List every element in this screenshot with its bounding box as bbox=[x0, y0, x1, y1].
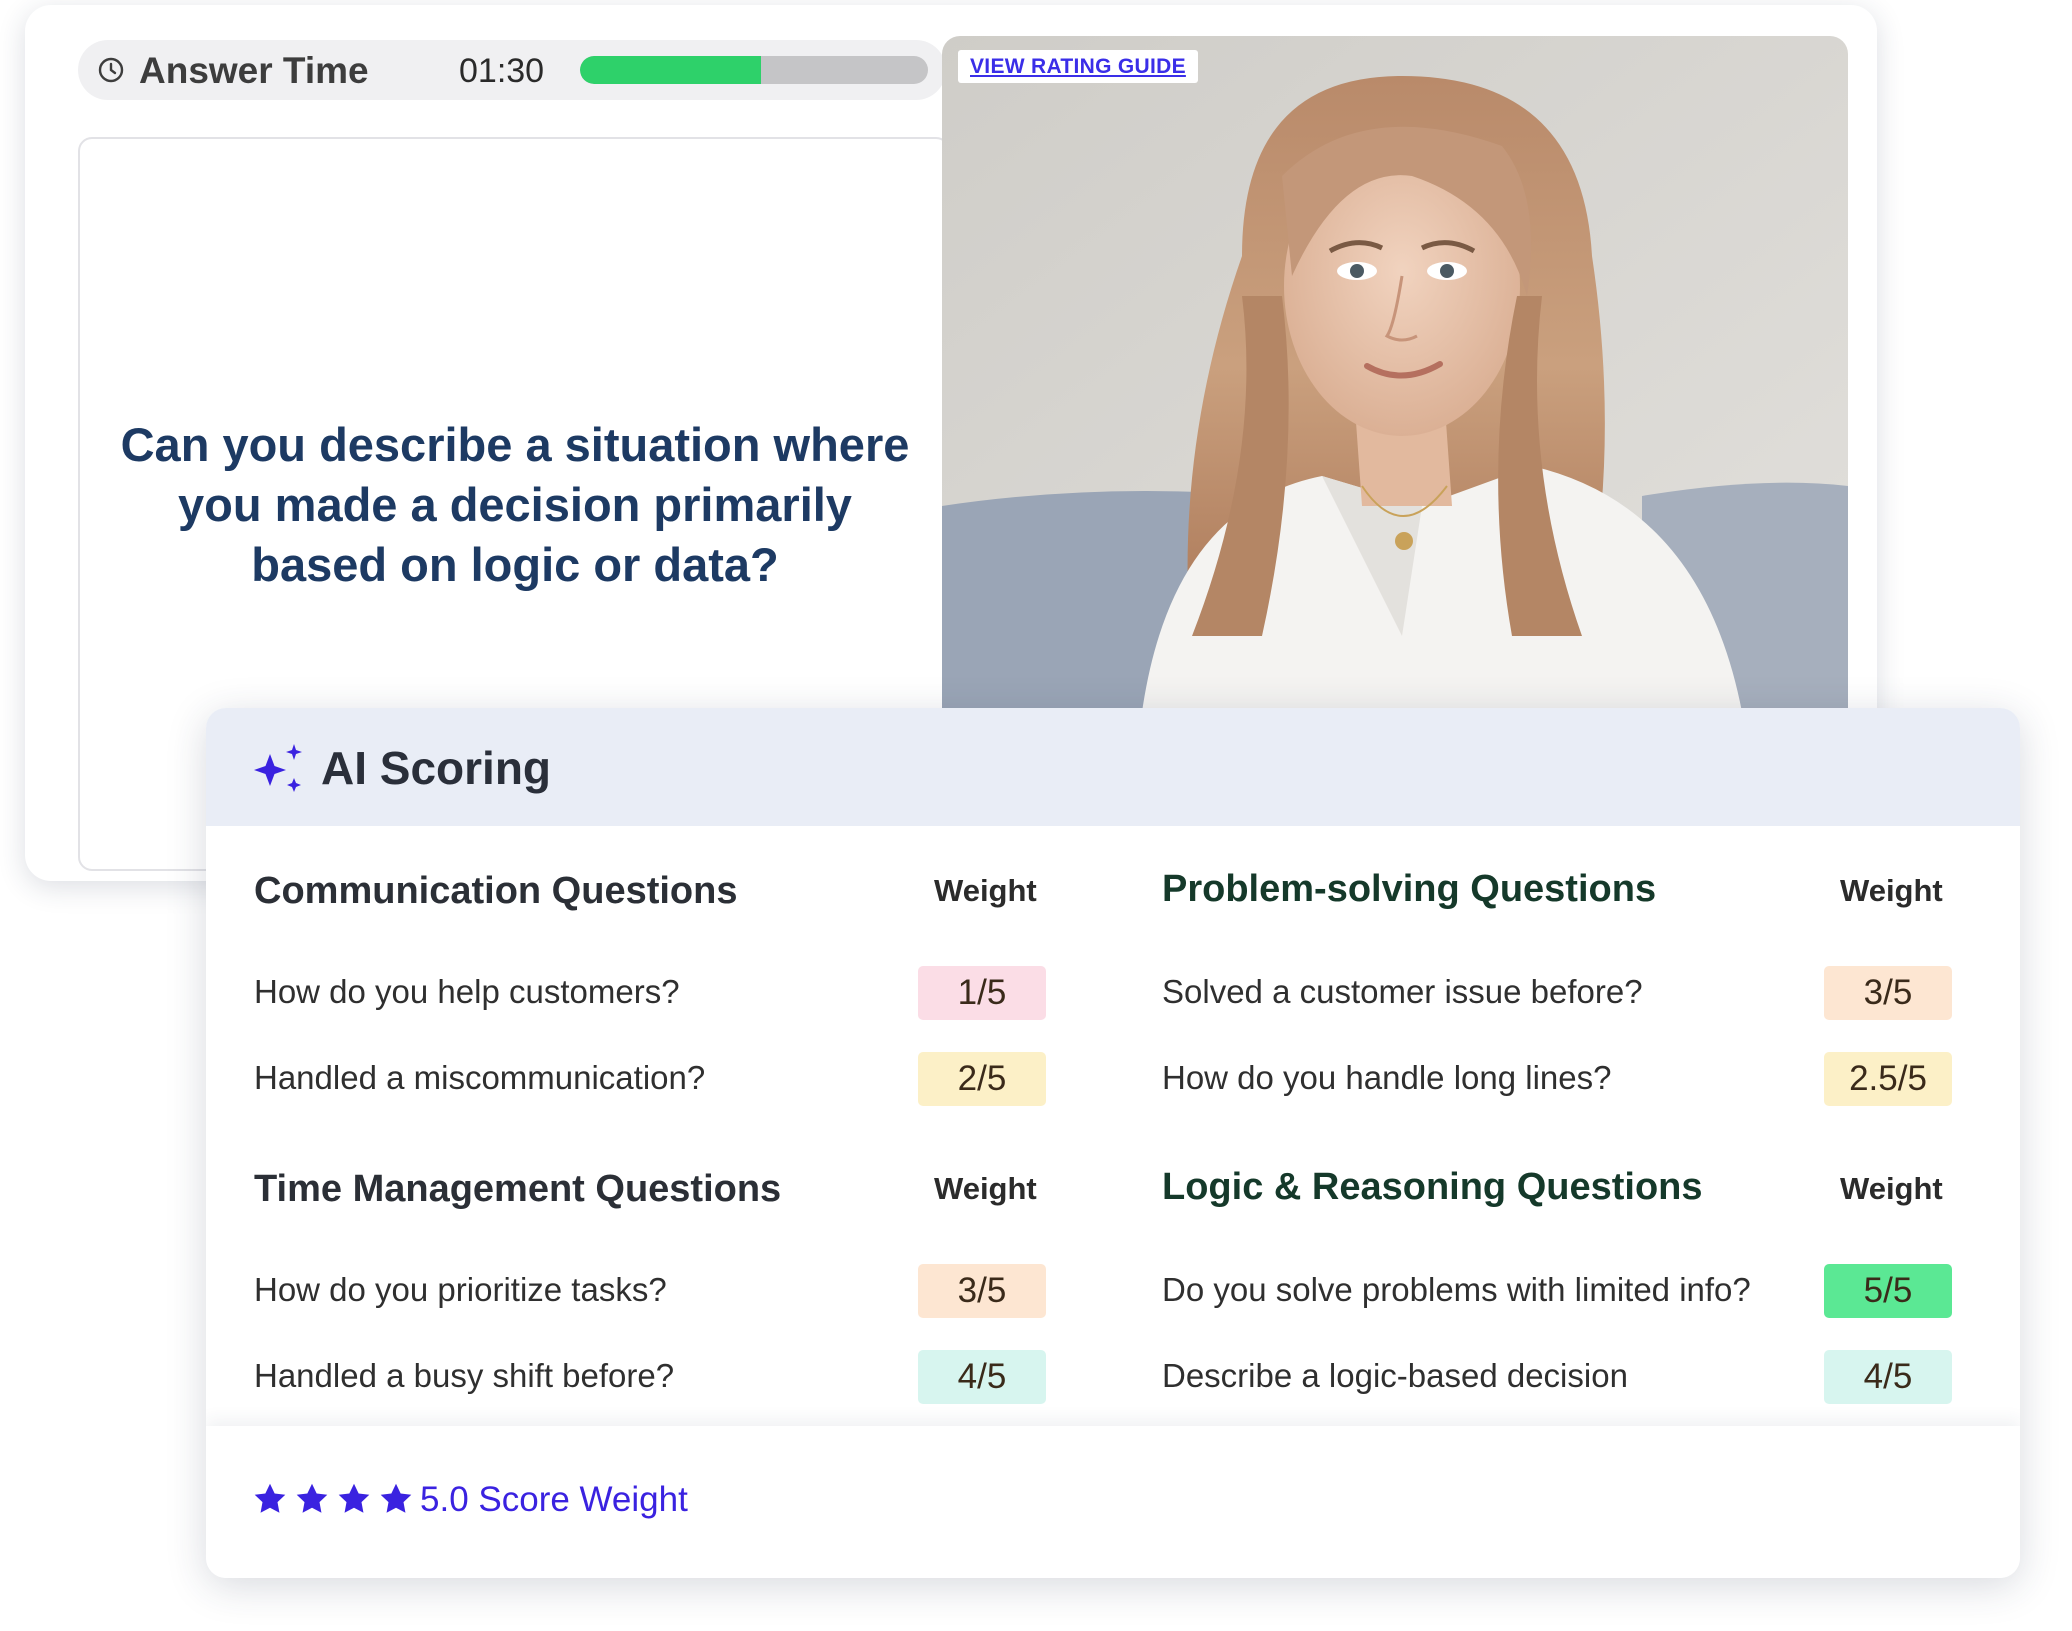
section-title-problem-solving: Problem-solving Questions bbox=[1162, 868, 1657, 910]
score-badge: 5/5 bbox=[1824, 1264, 1952, 1318]
question-item: How do you prioritize tasks? bbox=[254, 1271, 667, 1308]
score-badge: 3/5 bbox=[1824, 966, 1952, 1020]
star-icon bbox=[338, 1483, 370, 1513]
question-item: Describe a logic-based decision bbox=[1162, 1357, 1628, 1394]
timer-value: 01:30 bbox=[459, 52, 545, 90]
section-title-communication: Communication Questions bbox=[254, 870, 738, 912]
star-icon bbox=[296, 1483, 328, 1513]
ai-scoring-card: AI Scoring Communication Questions Weigh… bbox=[206, 708, 2020, 1578]
clock-icon bbox=[98, 57, 124, 83]
question-text: Can you describe a situation where you m… bbox=[120, 418, 910, 591]
weight-label: Weight bbox=[934, 873, 1037, 908]
score-badge: 3/5 bbox=[918, 1264, 1046, 1318]
score-badge: 2.5/5 bbox=[1824, 1052, 1952, 1106]
candidate-portrait bbox=[942, 36, 1848, 712]
question-item: Solved a customer issue before? bbox=[1162, 973, 1643, 1010]
timer-label: Answer Time bbox=[139, 50, 369, 91]
answer-timer: Answer Time 01:30 bbox=[78, 40, 946, 100]
question-item: Handled a miscommunication? bbox=[254, 1059, 706, 1096]
score-badge: 4/5 bbox=[918, 1350, 1046, 1404]
star-icon bbox=[380, 1483, 412, 1513]
sparkle-icon bbox=[254, 744, 302, 792]
question-item: How do you help customers? bbox=[254, 973, 680, 1010]
weight-label: Weight bbox=[1840, 873, 1943, 908]
question-item: How do you handle long lines? bbox=[1162, 1059, 1612, 1096]
score-badge: 1/5 bbox=[918, 966, 1046, 1020]
score-weight-text: 5.0 Score Weight bbox=[420, 1480, 688, 1519]
score-footer: 5.0 Score Weight bbox=[206, 1426, 2020, 1578]
score-badge: 4/5 bbox=[1824, 1350, 1952, 1404]
view-rating-guide-link[interactable]: VIEW RATING GUIDE bbox=[958, 50, 1198, 83]
weight-label: Weight bbox=[934, 1171, 1037, 1206]
question-item: Handled a busy shift before? bbox=[254, 1357, 675, 1394]
candidate-video[interactable]: VIEW RATING GUIDE bbox=[942, 36, 1848, 712]
ai-scoring-title: AI Scoring bbox=[321, 742, 552, 794]
section-title-time-management: Time Management Questions bbox=[254, 1168, 782, 1210]
star-icon bbox=[254, 1483, 286, 1513]
score-badge: 2/5 bbox=[918, 1052, 1046, 1106]
weight-label: Weight bbox=[1840, 1171, 1943, 1206]
section-title-logic-reasoning: Logic & Reasoning Questions bbox=[1162, 1166, 1703, 1208]
question-item: Do you solve problems with limited info? bbox=[1162, 1271, 1751, 1308]
ai-scoring-header: AI Scoring bbox=[206, 708, 2020, 826]
star-rating bbox=[252, 1481, 420, 1521]
timer-progress-bar bbox=[580, 56, 928, 84]
timer-progress-fill bbox=[580, 56, 761, 84]
